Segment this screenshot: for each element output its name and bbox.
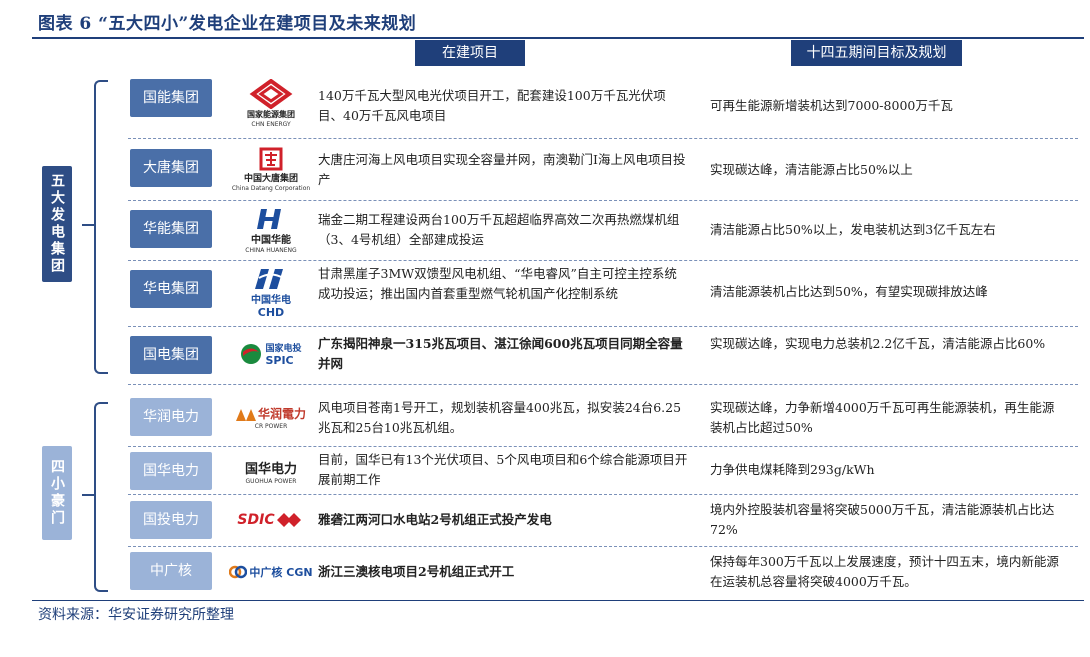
- sdic-logo: SDIC: [228, 498, 314, 542]
- company-label: 国华电力: [130, 452, 212, 490]
- plan-text: 境内外控股装机容量将突破5000万千瓦，清洁能源装机占比达72%: [710, 502, 1055, 537]
- cgn-logo: 中广核 CGN: [216, 550, 326, 594]
- project-text: 140万千瓦大型风电光伏项目开工，配套建设100万千瓦光伏项目、40万千瓦风电项…: [318, 88, 666, 123]
- row-separator: [128, 546, 1078, 547]
- huaneng-icon: [257, 208, 281, 229]
- logo-sub-text: China Datang Corporation: [231, 184, 311, 192]
- logo-main-text: 中国华电: [251, 295, 291, 306]
- source-note: 资料来源：华安证券研究所整理: [38, 607, 234, 623]
- table-row: 中广核 中广核 CGN 浙江三澳核电项目2号机组正式开工 保持每年300万千瓦以…: [120, 550, 1078, 594]
- spic-icon: [241, 344, 262, 364]
- datang-logo: 中国大唐集团 China Datang Corporation: [228, 142, 314, 196]
- logo-sub-text: CHN ENERGY: [251, 120, 291, 128]
- logo-main-text: 中国大唐集团: [243, 173, 298, 184]
- bracket-small-four: [94, 402, 108, 592]
- logo-sub-text: CHINA HUANENG: [245, 246, 297, 254]
- guohua-logo: 国华电力 GUOHUA POWER: [228, 450, 314, 492]
- company-label: 国能集团: [130, 79, 212, 117]
- table-row: 国电集团 国家电投 SPIC 广东揭阳神泉一315兆瓦项目、湛江徐闻600兆瓦项…: [120, 330, 1078, 378]
- plan-text: 清洁能源占比50%以上，发电装机达到3亿千瓦左右: [710, 222, 996, 237]
- project-text: 瑞金二期工程建设两台100万千瓦超超临界高效二次再热燃煤机组（3、4号机组）全部…: [318, 212, 680, 247]
- company-label: 华润电力: [130, 398, 212, 436]
- company-label: 中广核: [130, 552, 212, 590]
- table-row: 国投电力 SDIC 雅砻江两河口水电站2号机组正式投产发电 境内外控股装机容量将…: [120, 498, 1078, 542]
- logo-main-text: 中广核 CGN: [249, 566, 313, 579]
- table-row: 华电集团 中国华电 CHD 甘肃黑崖子3MW双馈型风电机组、“华电睿风”自主可控…: [120, 264, 1078, 324]
- project-text: 雅砻江两河口水电站2号机组正式投产发电: [318, 512, 552, 527]
- logo-sub-text: CR POWER: [254, 422, 288, 430]
- logo-sub-text: GUOHUA POWER: [245, 477, 297, 485]
- logo-sub-text: CHD: [257, 306, 285, 319]
- spic-logo: 国家电投 SPIC: [228, 330, 314, 378]
- figure-title: 图表 6 “五大四小”发电企业在建项目及未来规划: [38, 14, 417, 34]
- plan-text: 可再生能源新增装机达到7000-8000万千瓦: [710, 98, 953, 113]
- logo-main-text: 国家电投: [265, 344, 302, 354]
- bracket-big-five-tick: [82, 224, 94, 226]
- header-plan: 十四五期间目标及规划: [791, 40, 962, 66]
- bracket-small-four-tick: [82, 494, 94, 496]
- project-text: 广东揭阳神泉一315兆瓦项目、湛江徐闻600兆瓦项目同期全容量并网: [318, 336, 683, 371]
- logo-main-text: 国华电力: [244, 461, 297, 477]
- source-rule: [32, 600, 1084, 601]
- row-separator: [128, 138, 1078, 139]
- table-row: 华润电力 华润電力 CR POWER 风电项目苍南1号开工，规划装机容量400兆…: [120, 394, 1078, 442]
- plan-text: 清洁能源装机占比达到50%，有望实现碳排放达峰: [710, 284, 988, 299]
- logo-main-text: 国家能源集团: [247, 109, 295, 119]
- chn-energy-logo: 国家能源集团 CHN ENERGY: [228, 74, 314, 132]
- logo-sub-text: SPIC: [265, 354, 294, 367]
- plan-text: 实现碳达峰，力争新增4000万千瓦可再生能源装机，再生能源装机占比超过50%: [710, 400, 1055, 435]
- huaneng-logo: 中国华能 CHINA HUANENG: [228, 204, 314, 256]
- company-label: 国电集团: [130, 336, 212, 374]
- row-separator: [128, 446, 1078, 447]
- chd-icon: [255, 269, 284, 289]
- company-label: 大唐集团: [130, 149, 212, 187]
- table-row: 大唐集团 中国大唐集团 China Datang Corporation 大唐庄…: [120, 142, 1078, 198]
- plan-text: 保持每年300万千瓦以上发展速度，预计十四五末，境内新能源在运装机总容量将突破4…: [710, 554, 1059, 589]
- header-in-progress: 在建项目: [415, 40, 525, 66]
- row-separator: [128, 326, 1078, 327]
- row-separator: [128, 384, 1078, 385]
- cr-power-icon: [235, 409, 256, 421]
- logo-main-text: 中国华能: [251, 234, 291, 246]
- group-label-small-four: 四小豪门: [42, 446, 72, 540]
- cr-power-logo: 华润電力 CR POWER: [228, 394, 314, 440]
- project-text: 大唐庄河海上风电项目实现全容量并网，南澳勒门I海上风电项目投产: [318, 152, 686, 187]
- datang-icon: [259, 147, 283, 170]
- chd-logo: 中国华电 CHD: [228, 264, 314, 322]
- cgn-icon: [229, 565, 248, 579]
- plan-text: 实现碳达峰，实现电力总装机2.2亿千瓦，清洁能源占比60%: [710, 336, 1046, 351]
- sdic-icon: [276, 513, 301, 527]
- project-text: 目前，国华已有13个光伏项目、5个风电项目和6个综合能源项目开展前期工作: [318, 452, 688, 487]
- table-row: 国能集团 国家能源集团 CHN ENERGY 140万千瓦大型风电光伏项目开工，…: [120, 74, 1078, 134]
- company-label: 华能集团: [130, 210, 212, 248]
- logo-main-text: SDIC: [237, 512, 275, 528]
- bracket-big-five: [94, 80, 108, 374]
- row-separator: [128, 494, 1078, 495]
- plan-text: 实现碳达峰，清洁能源占比50%以上: [710, 162, 913, 177]
- table-row: 国华电力 国华电力 GUOHUA POWER 目前，国华已有13个光伏项目、5个…: [120, 450, 1078, 492]
- logo-main-text: 华润電力: [257, 406, 306, 421]
- project-text: 甘肃黑崖子3MW双馈型风电机组、“华电睿风”自主可控主控系统成功投运；推出国内首…: [318, 266, 677, 301]
- row-separator: [128, 200, 1078, 201]
- company-label: 国投电力: [130, 501, 212, 539]
- table-row: 华能集团 中国华能 CHINA HUANENG 瑞金二期工程建设两台100万千瓦…: [120, 204, 1078, 258]
- company-label: 华电集团: [130, 270, 212, 308]
- row-separator: [128, 260, 1078, 261]
- group-label-big-five: 五大发电集团: [42, 166, 72, 282]
- project-text: 风电项目苍南1号开工，规划装机容量400兆瓦，拟安装24台6.25兆瓦和25台1…: [318, 400, 682, 435]
- plan-text: 力争供电煤耗降到293g/kWh: [710, 462, 875, 477]
- chn-energy-icon: [249, 78, 293, 109]
- title-rule: [32, 37, 1084, 39]
- project-text: 浙江三澳核电项目2号机组正式开工: [318, 564, 515, 579]
